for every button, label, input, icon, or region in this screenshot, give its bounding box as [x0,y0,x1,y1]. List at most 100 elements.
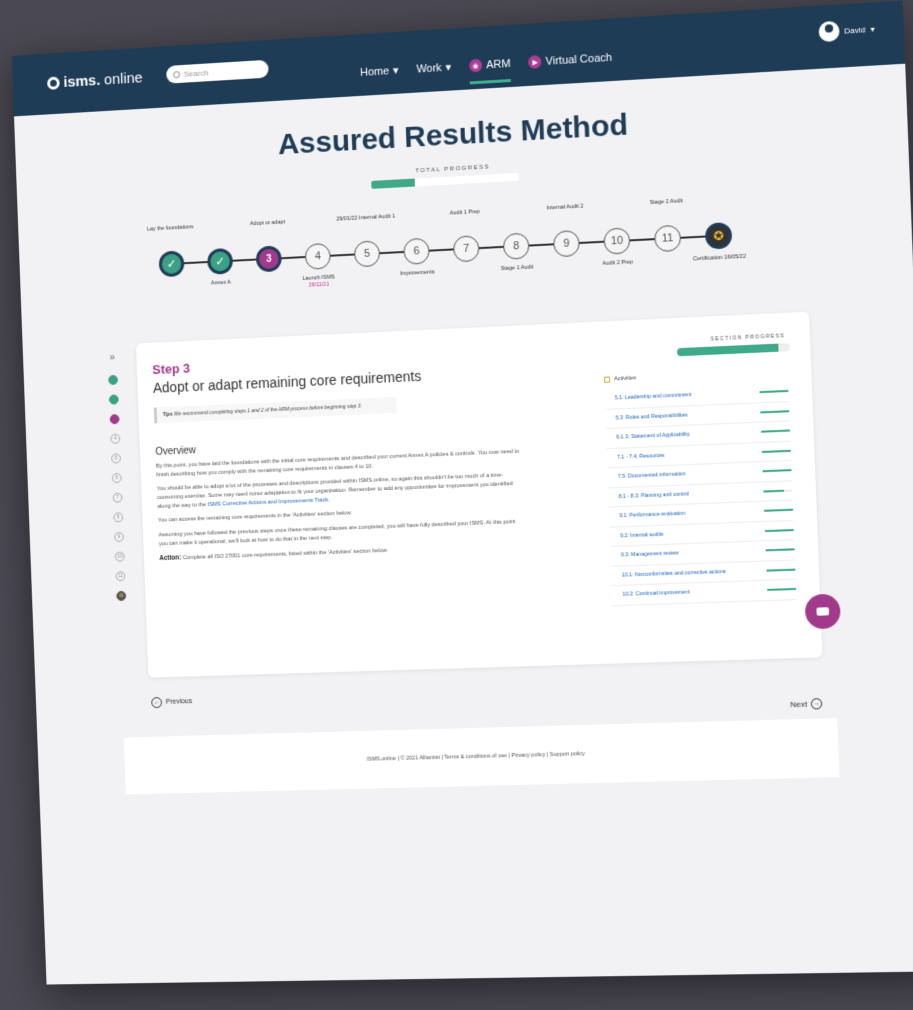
sidebar-step-5-icon[interactable]: 5 [111,453,121,463]
activity-link[interactable]: 5.3: Roles and Responsibilities [605,412,687,422]
step-8-label: Stage 1 Audit [482,263,552,274]
activity-link[interactable]: 10.1: Nonconformities and corrective act… [611,569,726,579]
step-3-label: Adopt or adapt [233,218,302,229]
activity-progress-fill [767,588,796,591]
step-6-circle[interactable]: 6 [403,238,430,265]
activities-list: 5.1: Leadership and commitment 5.3: Roles… [604,382,796,606]
activity-progress-bar [765,529,794,532]
sidebar-step-9-icon[interactable]: 9 [114,532,124,542]
sidebar-step-8-icon[interactable]: 8 [113,512,123,522]
collapse-icon[interactable]: » [104,352,120,364]
section-progress-bar [677,343,790,356]
nav-home[interactable]: Home ▾ [360,64,399,79]
overview-text: By this point, you have laid the foundat… [156,448,524,571]
activity-progress-fill [763,469,792,472]
sidebar-step-10-icon[interactable]: 10 [115,552,125,562]
nav-work[interactable]: Work ▾ [416,61,451,76]
step-12-circle[interactable]: ✪ [705,222,733,250]
step-12-label: Certification 16/05/22 [684,253,756,264]
step-9-circle[interactable]: 9 [553,230,580,257]
step-title: Adopt or adapt remaining core requiremen… [153,368,422,396]
activity-progress-bar [767,588,796,591]
section-progress-label: SECTION PROGRESS [710,333,785,343]
step-10-label: Audit 2 Prep [582,258,653,269]
step-3-circle[interactable]: 3 [256,245,282,272]
activity-progress-fill [766,568,795,571]
activity-progress-bar [764,509,793,512]
section-progress-fill [677,344,779,357]
activity-link[interactable]: 6.1.3: Statement of Applicability [606,432,690,442]
arrow-left-icon: ← [151,697,162,708]
step-4-date: 29/11/21 [308,282,329,289]
search-input[interactable]: Search [166,60,269,84]
step-2-circle[interactable]: ✓ [207,248,233,275]
main-nav: Home ▾ Work ▾ ◉ ARM ▶ Virtual Coach [359,39,612,91]
sidebar-step-4-icon[interactable]: 4 [110,434,120,444]
chevron-down-icon: ▾ [870,24,875,33]
activity-progress-fill [764,509,793,512]
activities-heading: Activities [604,375,636,382]
step-5-circle[interactable]: 5 [354,240,381,267]
sidebar-step-6-icon[interactable]: 6 [112,473,122,483]
activity-progress-bar [763,489,792,492]
sidebar-step-11-icon[interactable]: 11 [116,571,126,581]
nav-virtual-coach[interactable]: ▶ Virtual Coach [528,51,612,69]
activity-progress-bar [763,469,792,472]
total-progress-fill [371,179,415,189]
sidebar-step-2-icon[interactable] [109,394,119,404]
arm-icon: ◉ [469,59,482,73]
footer: ISMS.online | © 2021 Alliantist | Terms … [124,718,840,794]
step-10-circle[interactable]: 10 [603,227,630,255]
step-11-circle[interactable]: 11 [654,225,681,253]
activity-link[interactable]: 10.2: Continual improvement [612,590,690,599]
step-1-circle[interactable]: ✓ [159,250,185,277]
activity-link[interactable]: 9.1: Performance evaluation [609,511,685,520]
activity-progress-fill [766,549,795,552]
sidebar-step-1-icon[interactable] [108,375,118,385]
isms-online-logo[interactable]: isms. online [47,69,143,91]
activity-link[interactable]: 5.1: Leadership and commitment [605,392,692,402]
step-7-label: Audit 1 Prep [430,208,500,219]
search-icon [173,71,180,78]
step-7-circle[interactable]: 7 [453,235,480,262]
step-sidebar: » 4 5 6 7 8 9 10 11 ✪ [104,352,129,611]
previous-button[interactable]: ← Previous [151,696,192,708]
next-button[interactable]: Next → [790,698,823,710]
step-1-label: Lay the foundations [136,224,204,235]
activity-progress-bar [760,410,789,413]
activity-link[interactable]: 9.2: Internal audits [610,532,664,540]
activity-progress-bar [762,450,791,453]
arm-stepper: ✓ Lay the foundations ✓ Annex A 3 Adopt or ad… [147,183,748,323]
step-8-circle[interactable]: 8 [503,233,530,260]
sidebar-step-3-icon[interactable] [110,414,120,424]
step-5-label: 29/01/22 Internal Audit 1 [331,213,400,224]
app-screen: isms. online Search Home ▾ Work ▾ ◉ ARM ▶ Vir… [12,0,913,984]
activity-progress-bar [766,568,795,571]
activity-progress-fill [761,430,790,433]
overview-heading: Overview [155,445,196,458]
sidebar-step-12-icon[interactable]: ✪ [116,591,126,601]
step-2-label: Annex A [187,278,255,288]
chat-icon [816,607,829,616]
step-number: Step 3 [152,361,190,377]
logo-icon [47,76,60,89]
user-menu[interactable]: David ▾ [818,19,875,43]
activity-link[interactable]: 8.1 - 8.3: Planning and control [608,491,689,500]
activity-progress-fill [760,410,789,413]
step-4-label: Launch ISMS 29/11/21 [284,273,353,291]
step-4-circle[interactable]: 4 [305,243,332,270]
activity-progress-bar [761,430,790,433]
nav-arm[interactable]: ◉ ARM [469,57,511,84]
chat-button[interactable] [805,594,841,630]
chevron-down-icon: ▾ [393,64,399,77]
activity-link[interactable]: 9.3: Management review [611,551,679,559]
tip-box: Tips We recommend completing steps 1 and… [154,397,397,423]
step-card: Step 3 Adopt or adapt remaining core req… [136,312,823,678]
coach-icon: ▶ [528,55,542,69]
activity-progress-fill [763,489,783,492]
activity-link[interactable]: 7.1 - 7.4: Resources [607,453,665,461]
step-11-label: Stage 2 Audit [631,197,702,208]
corrective-actions-link[interactable]: ISMS Corrective Actions and Improvements… [207,497,328,508]
activity-link[interactable]: 7.5: Documented information [608,472,686,481]
sidebar-step-7-icon[interactable]: 7 [113,493,123,503]
